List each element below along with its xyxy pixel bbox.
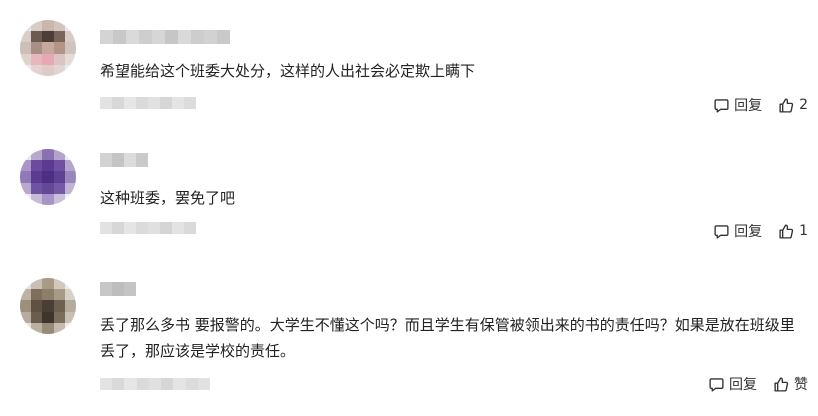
like-label: 赞 bbox=[794, 377, 808, 393]
avatar-mosaic bbox=[20, 149, 76, 205]
comment-item: 丢了那么多书 要报警的。大学生不懂这个吗？而且学生有保管被领出来的书的责任吗？如… bbox=[0, 278, 818, 408]
comment-actions: 回复 2 bbox=[713, 94, 808, 116]
avatar[interactable] bbox=[20, 149, 76, 205]
like-button[interactable]: 1 bbox=[778, 223, 808, 240]
avatar[interactable] bbox=[20, 20, 76, 76]
comment-text: 丢了那么多书 要报警的。大学生不懂这个吗？而且学生有保管被领出来的书的责任吗？如… bbox=[100, 316, 795, 360]
comment-list: 希望能给这个班委大处分，这样的人出社会必定欺上瞒下 回复 2 这种班委，罢免了吧… bbox=[0, 0, 818, 416]
like-button[interactable]: 2 bbox=[778, 97, 808, 114]
comment-meta-blurred bbox=[100, 222, 196, 234]
reply-bubble-icon bbox=[714, 98, 729, 113]
username-blurred[interactable] bbox=[100, 30, 230, 44]
comment-text: 这种班委，罢免了吧 bbox=[100, 189, 236, 207]
avatar-mosaic bbox=[20, 20, 76, 76]
comment-actions: 回复 1 bbox=[713, 220, 808, 242]
reply-bubble-icon bbox=[714, 224, 729, 239]
thumbs-up-icon bbox=[779, 97, 794, 113]
comment-text: 希望能给这个班委大处分，这样的人出社会必定欺上瞒下 bbox=[100, 62, 476, 80]
reply-label: 回复 bbox=[734, 98, 763, 114]
reply-button[interactable]: 回复 bbox=[713, 95, 762, 115]
like-count: 1 bbox=[799, 223, 808, 239]
thumbs-up-icon bbox=[774, 376, 789, 392]
comment-actions: 回复 赞 bbox=[708, 373, 808, 395]
reply-bubble-icon bbox=[709, 377, 724, 392]
reply-button[interactable]: 回复 bbox=[713, 221, 762, 241]
reply-label: 回复 bbox=[729, 377, 757, 393]
comment-item: 希望能给这个班委大处分，这样的人出社会必定欺上瞒下 回复 2 bbox=[0, 20, 818, 130]
thumbs-up-icon bbox=[779, 223, 794, 239]
comment-item: 这种班委，罢免了吧 回复 1 bbox=[0, 149, 818, 249]
avatar[interactable] bbox=[20, 278, 76, 334]
username-blurred[interactable] bbox=[100, 282, 136, 296]
comment-meta-blurred bbox=[100, 378, 210, 390]
username-blurred[interactable] bbox=[100, 153, 148, 167]
reply-label: 回复 bbox=[734, 224, 763, 240]
avatar-mosaic bbox=[20, 278, 76, 334]
reply-button[interactable]: 回复 bbox=[708, 374, 757, 394]
like-button[interactable]: 赞 bbox=[773, 374, 808, 394]
comment-meta-blurred bbox=[100, 97, 196, 109]
like-count: 2 bbox=[799, 97, 808, 113]
